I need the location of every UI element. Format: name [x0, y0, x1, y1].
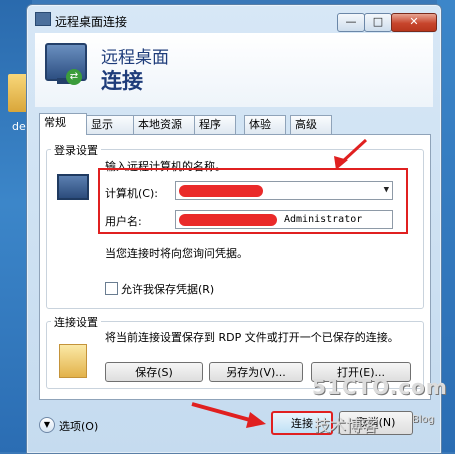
annotation-arrows — [191, 138, 368, 428]
annotation-arrow-bottom — [191, 402, 266, 428]
annotation-arrow-top — [334, 138, 368, 170]
